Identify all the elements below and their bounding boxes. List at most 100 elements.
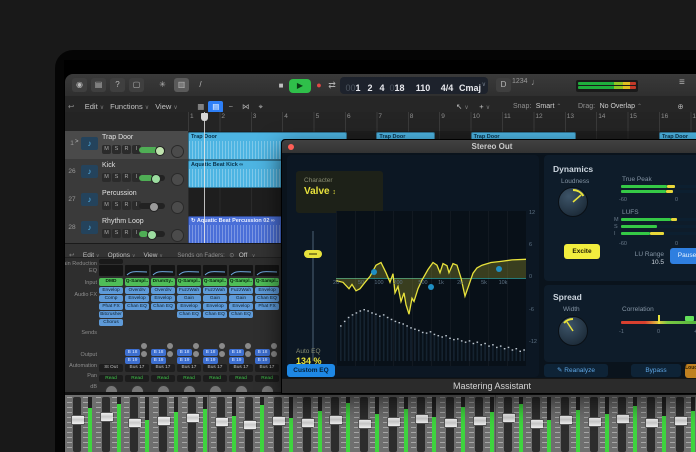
output-slot-button[interactable]: Bus 17 [203, 364, 227, 372]
output-slot-button[interactable]: St Out [99, 364, 123, 372]
channel-strip-fader[interactable] [151, 395, 181, 452]
channel-strip-fader[interactable] [122, 395, 153, 452]
send-level-knob[interactable] [271, 351, 277, 357]
eq-frequency-graph[interactable]: 20 50 100 200 500 1k 2k 5k 10k [333, 211, 526, 366]
input-slot-button[interactable]: DrumSy.. [151, 278, 175, 286]
fx-slot-button[interactable]: Envelop [99, 287, 123, 294]
eq-thumbnail[interactable] [99, 265, 123, 276]
automation-mode-button[interactable]: Read [203, 375, 227, 382]
input-slot-button[interactable]: Q-Sampl.. [177, 278, 201, 286]
fx-slot-button[interactable]: Chorus [99, 319, 123, 326]
fx-slot-button[interactable]: FuzzWah [203, 287, 227, 294]
channel-strip-fader[interactable] [610, 395, 640, 452]
eq-thumbnail[interactable] [255, 265, 279, 276]
channel-strip-fader[interactable] [294, 395, 325, 452]
send-slot-button[interactable]: B 19 [125, 357, 140, 364]
library-icon[interactable]: ◉ [72, 78, 87, 92]
playhead-handle[interactable] [201, 113, 208, 121]
channel-strip-fader[interactable] [667, 395, 696, 452]
track-m-button[interactable]: M [102, 145, 111, 154]
channel-strip-fader[interactable] [237, 395, 267, 452]
send-slot-button[interactable]: B 19 [203, 357, 218, 364]
track-r-button[interactable]: R [122, 201, 131, 210]
channel-strip-fader[interactable] [495, 395, 526, 452]
track-s-button[interactable]: S [112, 201, 121, 210]
send-slot-button[interactable]: B 19 [255, 357, 270, 364]
input-slot-button[interactable]: DMD [99, 278, 123, 286]
lcd-display[interactable]: 001BAR2BEAT4DIV018TICK110TEMPO4/4TIMECma… [340, 77, 488, 100]
channel-strip-fader[interactable] [380, 395, 411, 452]
track-s-button[interactable]: S [112, 229, 121, 238]
custom-eq-button[interactable]: Custom EQ [287, 364, 335, 377]
send-level-knob[interactable] [141, 351, 147, 357]
pan-knob[interactable] [171, 201, 184, 214]
eq-thumbnail[interactable] [203, 265, 227, 276]
output-slot-button[interactable]: Bus 17 [229, 364, 253, 372]
output-slot-button[interactable]: Bus 17 [177, 364, 201, 372]
track-r-button[interactable]: R [122, 229, 131, 238]
output-slot-button[interactable]: Bus 17 [255, 364, 279, 372]
channel-strip-fader[interactable] [524, 395, 554, 452]
display-icon[interactable]: ▢ [129, 78, 144, 92]
send-level-knob[interactable] [245, 343, 251, 349]
automation-mode-button[interactable]: Read [151, 375, 175, 382]
channel-strip-fader[interactable] [323, 395, 353, 452]
fx-slot-button[interactable]: Envelop [151, 295, 175, 302]
fx-slot-button[interactable]: FuzzWah [177, 287, 201, 294]
mixer-back-icon[interactable]: ↩ [69, 252, 74, 259]
plugin-titlebar[interactable]: Stereo Out [282, 140, 696, 153]
fx-slot-button[interactable]: Chan EQ [125, 303, 149, 310]
eq-thumbnail[interactable] [125, 265, 149, 276]
track-header-rhythm-loop[interactable]: 28 ♪ Rhythm Loop M S R I [65, 215, 188, 244]
disclosure-icon[interactable]: > [75, 139, 79, 145]
bypass-button[interactable]: Bypass [631, 364, 681, 377]
track-header-percussion[interactable]: 27 ♪ Percussion M S R I [65, 187, 188, 216]
list-editors-icon[interactable]: ≡ [679, 77, 685, 88]
pan-knob[interactable] [171, 229, 184, 242]
send-level-knob[interactable] [141, 343, 147, 349]
channel-strip-fader[interactable] [93, 395, 124, 452]
input-slot-button[interactable]: Q-Sampl.. [203, 278, 227, 286]
send-level-knob[interactable] [219, 343, 225, 349]
pause-button[interactable]: Pause [670, 248, 696, 264]
metronome-icon[interactable]: ♩ [531, 77, 540, 87]
fx-slot-button[interactable]: Envelop [203, 303, 227, 310]
track-s-button[interactable]: S [112, 173, 121, 182]
bar-ruler[interactable]: 1234567891011121314151617 [65, 112, 696, 132]
fx-slot-button[interactable]: Chan EQ [203, 311, 227, 318]
send-level-knob[interactable] [245, 351, 251, 357]
pan-knob[interactable] [171, 145, 184, 158]
track-r-button[interactable]: R [122, 173, 131, 182]
channel-strip-fader[interactable] [438, 395, 468, 452]
inspector-icon[interactable]: ▤ [91, 78, 106, 92]
loudness-knob[interactable] [558, 187, 588, 217]
play-button[interactable]: ▶ [289, 79, 311, 93]
lcd-chevron-icon[interactable]: ∨ [482, 81, 486, 88]
drag-value-dropdown[interactable]: No Overlap ⌃ [600, 103, 642, 110]
count-in-button[interactable]: 1234 [512, 78, 528, 85]
eq-thumbnail[interactable] [177, 265, 201, 276]
stop-button[interactable]: ■ [275, 75, 287, 97]
track-header-trap-door[interactable]: 1 > ♪ Trap Door M S R I [65, 131, 188, 160]
width-knob[interactable] [558, 316, 588, 346]
channel-strip-fader[interactable] [552, 395, 583, 452]
track-header-kick[interactable]: 26 ♪ Kick M S R I [65, 159, 188, 188]
track-m-button[interactable]: M [102, 229, 111, 238]
channel-strip-fader[interactable] [265, 395, 296, 452]
channel-strip-fader[interactable] [639, 395, 669, 452]
automation-mode-button[interactable]: Read [255, 375, 279, 382]
send-slot-button[interactable]: B 19 [177, 357, 192, 364]
excite-button[interactable]: Excite [564, 244, 600, 259]
fx-slot-button[interactable]: Overdrv [151, 287, 175, 294]
cycle-button[interactable]: ⇄ [325, 74, 339, 96]
fx-slot-button[interactable]: Gain [177, 295, 201, 302]
output-slot-button[interactable]: Bus 17 [151, 364, 175, 372]
fx-slot-button[interactable]: Envelop [229, 303, 253, 310]
fx-slot-button[interactable]: FuzzWah [229, 287, 253, 294]
loudness-compensation-button[interactable]: Loudness Compensation [685, 364, 696, 378]
automation-mode-button[interactable]: Read [229, 375, 253, 382]
fx-slot-button[interactable]: Bitcrusher [99, 311, 123, 318]
send-level-knob[interactable] [167, 351, 173, 357]
automation-mode-button[interactable]: Read [177, 375, 201, 382]
reanalyze-button[interactable]: ✎ Reanalyze [544, 364, 608, 377]
